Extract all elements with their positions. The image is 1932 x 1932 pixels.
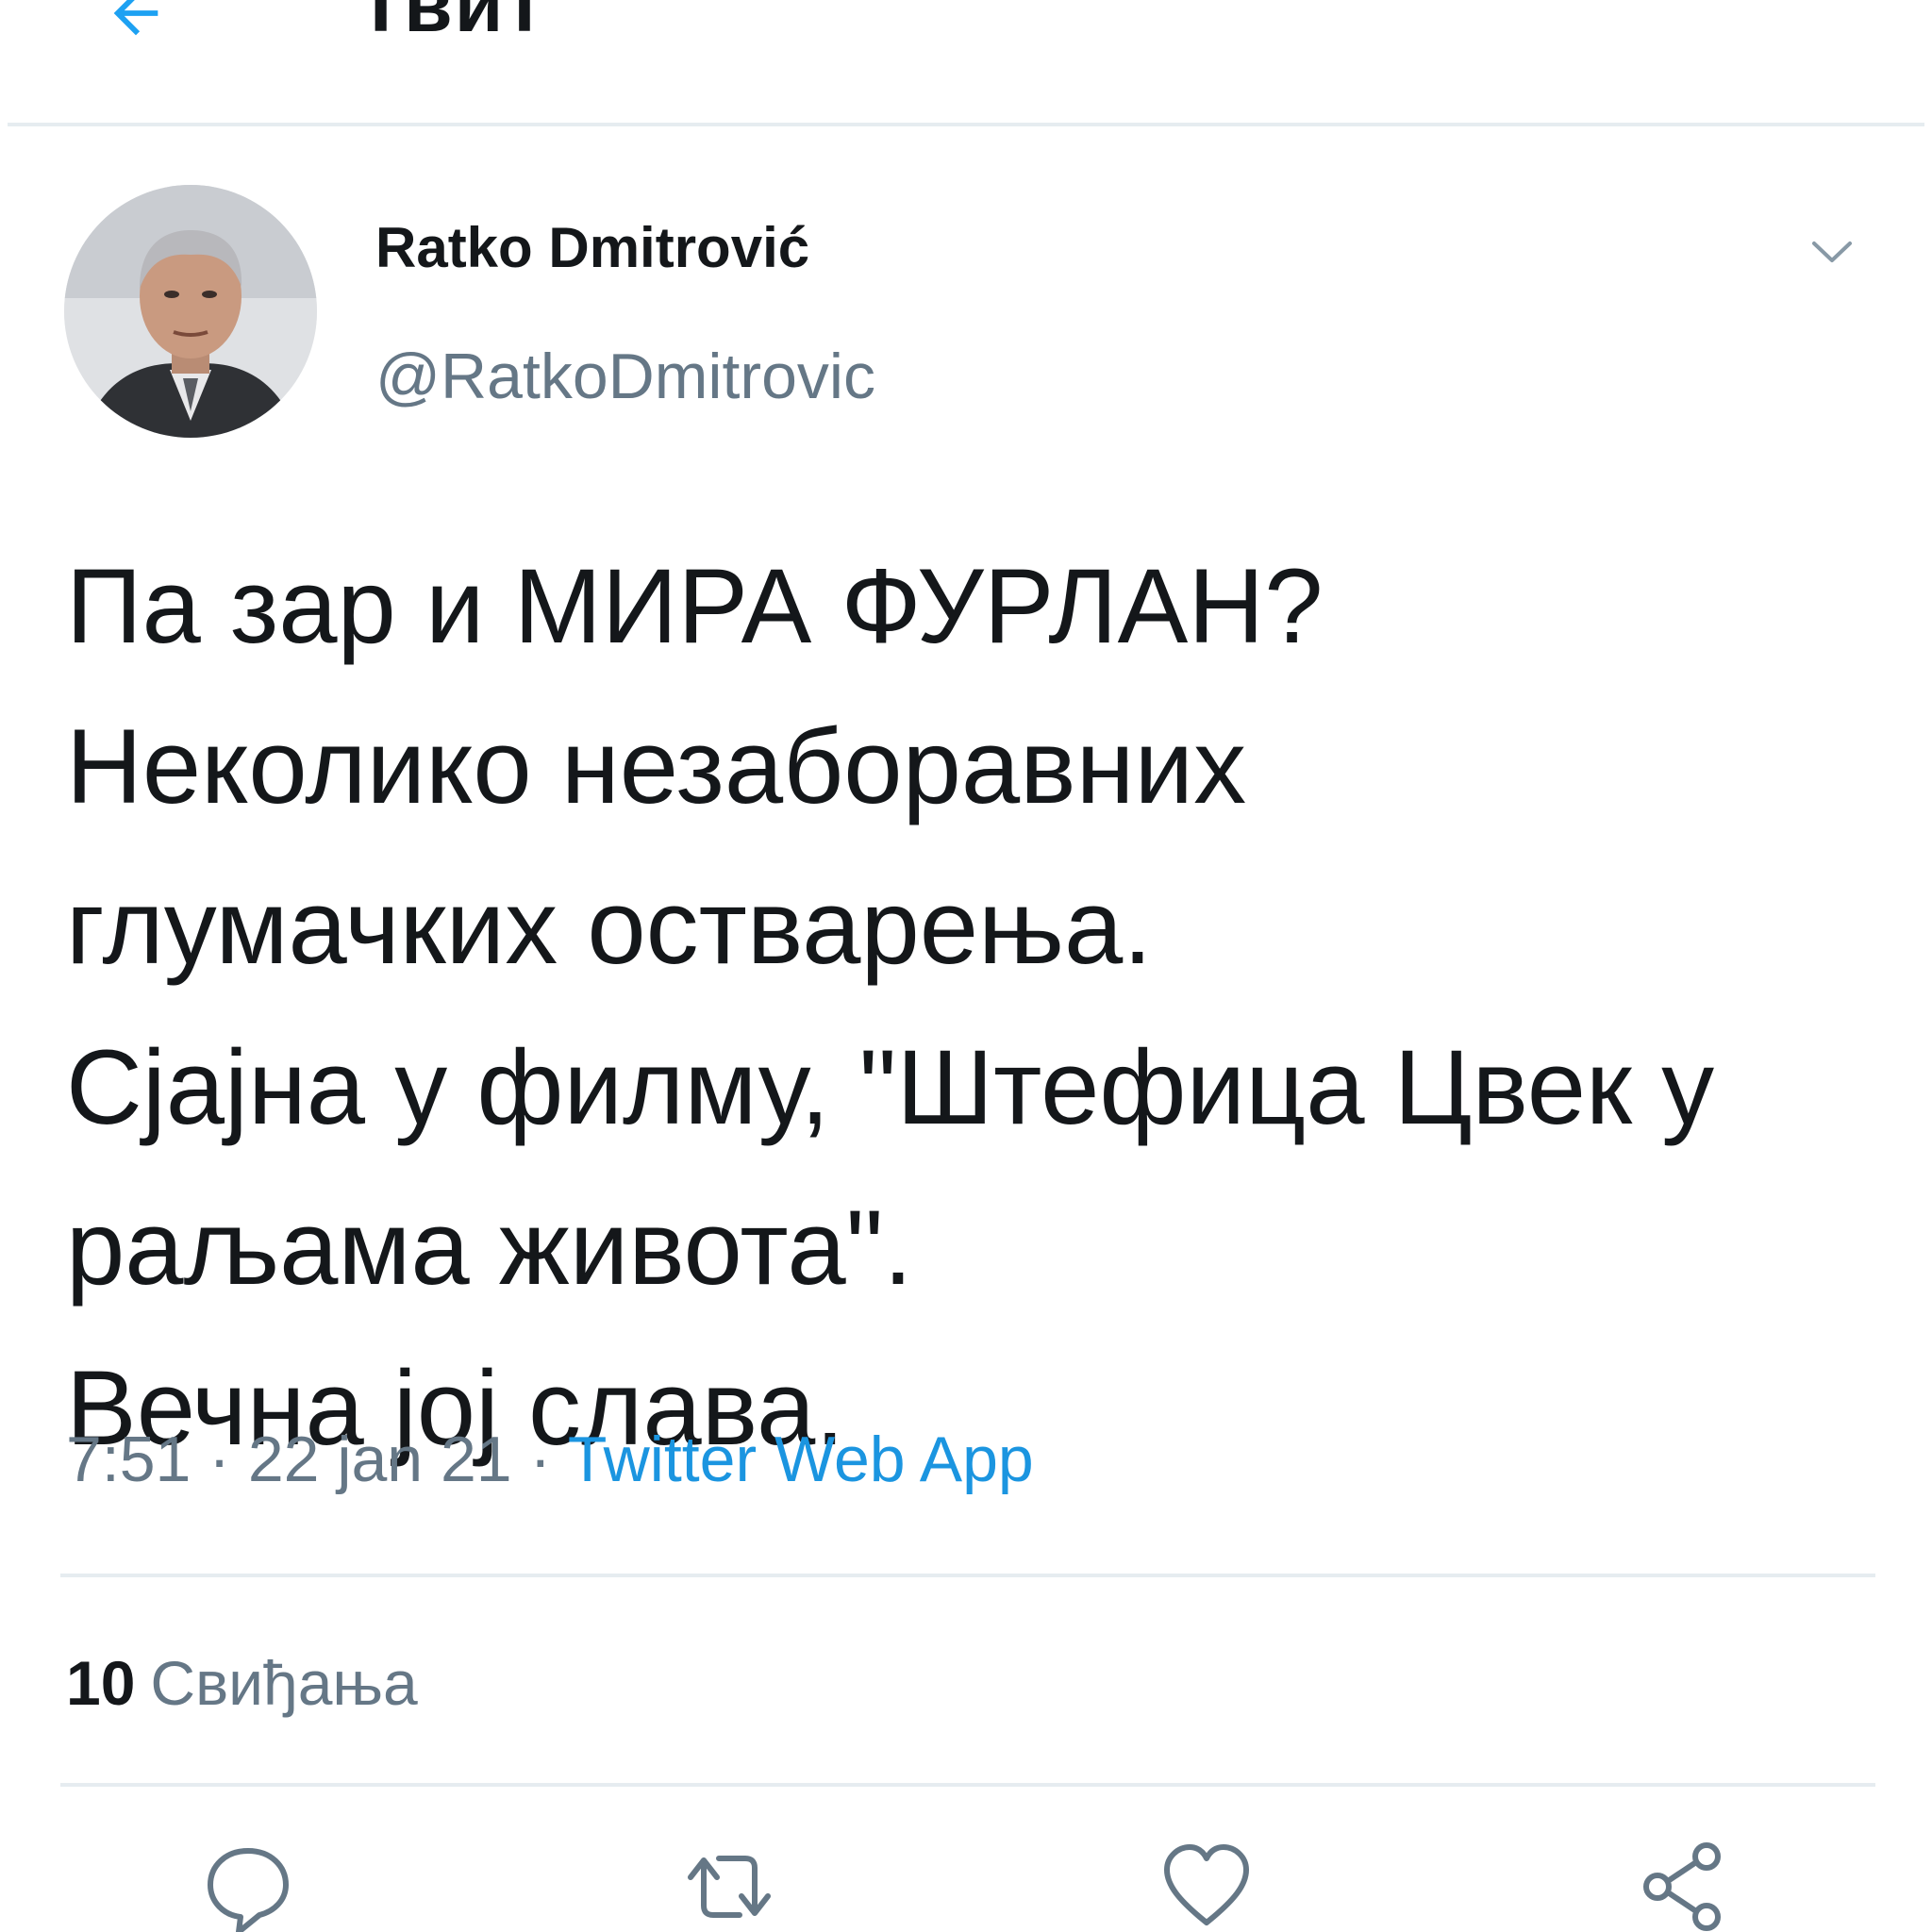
- likes-label: Свиђања: [150, 1648, 418, 1718]
- chevron-down-icon: [1808, 238, 1856, 271]
- tweet-text-line: глумачких остварења.: [66, 868, 1153, 986]
- retweet-icon: [677, 1840, 781, 1932]
- share-icon: [1637, 1840, 1731, 1932]
- heart-icon: [1159, 1840, 1254, 1932]
- divider: [60, 1574, 1875, 1577]
- tweet-text-line: раљама живота".: [66, 1189, 913, 1307]
- tweet-detail-page: Твит Ratko Dmitrović @RatkoDmitrovic Па …: [0, 0, 1932, 1932]
- meta-separator: ·: [529, 1424, 568, 1495]
- divider: [8, 123, 1924, 126]
- tweet-text-line: Неколико незаборавних: [66, 708, 1247, 825]
- tweet-text-line: Сјајна у филму, "Штефица Цвек у: [66, 1028, 1715, 1146]
- like-button[interactable]: [1155, 1840, 1258, 1932]
- top-bar: Твит: [0, 0, 1932, 125]
- back-button[interactable]: [98, 0, 174, 53]
- divider: [60, 1783, 1875, 1787]
- tweet-meta: 7:51 · 22 jan 21 · Twitter Web App: [66, 1423, 1034, 1496]
- tweet-text-line: Па зар и МИРА ФУРЛАН?: [66, 547, 1324, 665]
- tweet-text: Па зар и МИРА ФУРЛАН? Неколико незаборав…: [66, 526, 1877, 1489]
- profile-photo-icon: [64, 185, 317, 438]
- tweet-time: 7:51: [66, 1424, 192, 1495]
- author-name[interactable]: Ratko Dmitrović: [375, 215, 809, 280]
- avatar[interactable]: [64, 185, 317, 438]
- page-title: Твит: [357, 0, 546, 48]
- arrow-left-icon: [103, 0, 169, 51]
- retweet-button[interactable]: [677, 1840, 781, 1932]
- tweet-date: 22 jan 21: [247, 1424, 512, 1495]
- meta-separator: ·: [208, 1424, 248, 1495]
- likes-summary[interactable]: 10 Свиђања: [66, 1647, 418, 1719]
- more-options-button[interactable]: [1804, 230, 1860, 277]
- likes-count: 10: [66, 1648, 136, 1718]
- share-button[interactable]: [1632, 1840, 1736, 1932]
- reply-button[interactable]: [196, 1840, 300, 1932]
- author-handle[interactable]: @RatkoDmitrovic: [375, 340, 875, 413]
- reply-icon: [201, 1840, 295, 1932]
- tweet-source-link[interactable]: Twitter Web App: [568, 1424, 1034, 1495]
